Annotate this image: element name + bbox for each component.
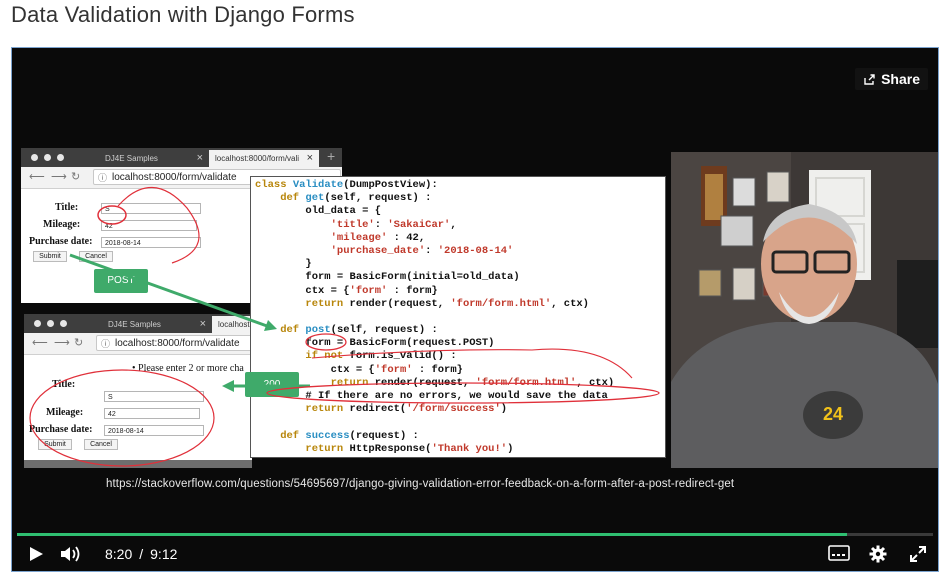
fullscreen-button[interactable] bbox=[909, 545, 927, 568]
control-bar: 8:20 / 9:12 bbox=[12, 538, 938, 571]
volume-button[interactable] bbox=[60, 545, 82, 568]
highlight-circle bbox=[305, 333, 347, 351]
captions-button[interactable] bbox=[828, 545, 850, 566]
gear-icon bbox=[869, 545, 887, 563]
highlight-circle bbox=[97, 205, 127, 225]
progress-fill bbox=[17, 533, 847, 536]
annotation-stroke bbox=[311, 348, 633, 379]
annotation-stroke bbox=[117, 186, 200, 264]
caption-url: https://stackoverflow.com/questions/5469… bbox=[106, 478, 735, 490]
play-icon bbox=[30, 547, 43, 561]
share-label: Share bbox=[881, 71, 920, 87]
highlight-ellipse bbox=[266, 382, 660, 404]
share-button[interactable]: Share bbox=[855, 68, 928, 90]
post-arrow bbox=[69, 253, 268, 328]
share-icon bbox=[864, 73, 875, 85]
duration: 9:12 bbox=[150, 546, 178, 562]
current-time: 8:20 bbox=[105, 546, 133, 562]
captions-icon bbox=[828, 545, 850, 561]
page-title: Data Validation with Django Forms bbox=[11, 2, 355, 27]
annotation-overlay bbox=[29, 186, 660, 467]
time-display: 8:20 / 9:12 bbox=[105, 546, 177, 562]
highlight-ellipse bbox=[29, 369, 215, 467]
settings-button[interactable] bbox=[869, 545, 887, 568]
play-button[interactable] bbox=[28, 545, 44, 568]
video-player[interactable]: DJ4E Samples × localhost:8000/form/vali × … bbox=[11, 47, 939, 572]
progress-bar[interactable] bbox=[17, 533, 933, 536]
time-separator: / bbox=[139, 546, 144, 562]
fullscreen-icon bbox=[910, 546, 926, 562]
volume-icon bbox=[61, 546, 80, 562]
arrow-head-icon bbox=[222, 380, 234, 392]
